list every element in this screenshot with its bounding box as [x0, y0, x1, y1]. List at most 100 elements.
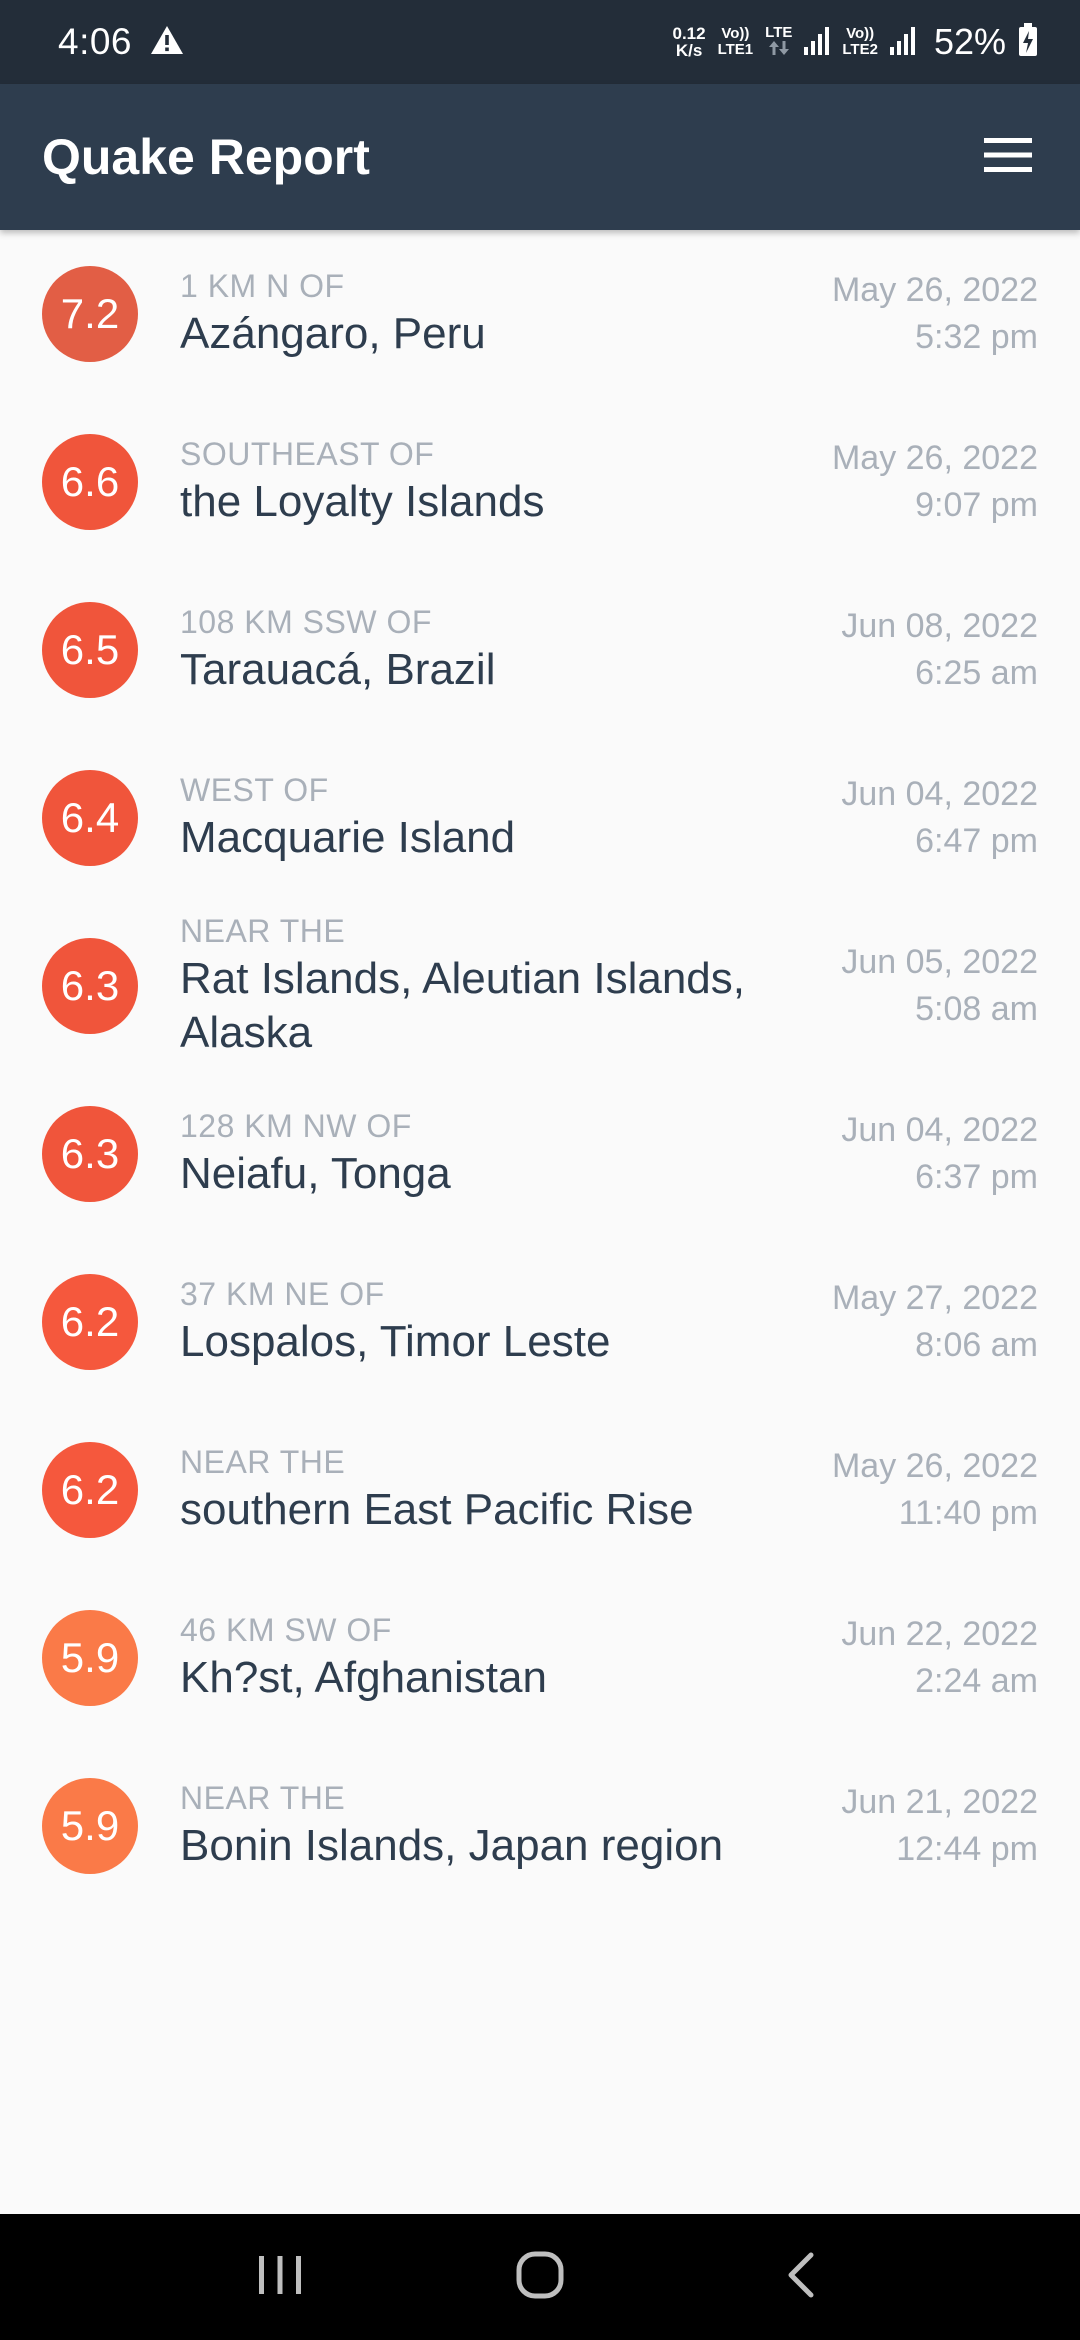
magnitude-badge: 6.3: [42, 938, 138, 1034]
location-offset: NEAR THE: [180, 1779, 346, 1816]
quake-date: Jun 08, 2022: [841, 607, 1038, 645]
sim2-volte: Vo)): [846, 25, 875, 42]
earthquake-list: 7.2 1 KM N OF Azángaro, Peru May 26, 202…: [0, 230, 1080, 1910]
earthquake-list-item[interactable]: 5.9 NEAR THE Bonin Islands, Japan region…: [0, 1742, 1080, 1910]
location-offset: 37 KM NE OF: [180, 1275, 385, 1312]
location-block: NEAR THE Bonin Islands, Japan region: [180, 1780, 810, 1873]
datetime-block: Jun 22, 2022 2:24 am: [841, 1611, 1038, 1705]
magnitude-badge: 6.4: [42, 770, 138, 866]
earthquake-list-item[interactable]: 5.9 46 KM SW OF Kh?st, Afghanistan Jun 2…: [0, 1574, 1080, 1742]
location-block: 46 KM SW OF Kh?st, Afghanistan: [180, 1612, 810, 1705]
menu-button[interactable]: [976, 125, 1040, 189]
sim1-indicator: Vo)) LTE1: [718, 26, 754, 58]
location-primary: Tarauacá, Brazil: [180, 644, 496, 694]
earthquake-list-item[interactable]: 6.3 NEAR THE Rat Islands, Aleutian Islan…: [0, 902, 1080, 1070]
quake-time: 6:47 pm: [915, 822, 1038, 860]
earthquake-list-item[interactable]: 6.4 WEST OF Macquarie Island Jun 04, 202…: [0, 734, 1080, 902]
datetime-block: May 27, 2022 8:06 am: [832, 1275, 1038, 1369]
magnitude-badge: 5.9: [42, 1610, 138, 1706]
quake-date: Jun 04, 2022: [841, 775, 1038, 813]
magnitude-badge: 6.2: [42, 1274, 138, 1370]
quake-time: 2:24 am: [915, 1662, 1038, 1700]
quake-date: May 26, 2022: [831, 439, 1038, 477]
quake-time: 5:32 pm: [915, 318, 1038, 356]
datetime-block: May 26, 2022 9:07 pm: [832, 435, 1038, 529]
location-block: 1 KM N OF Azángaro, Peru: [180, 268, 810, 361]
location-block: NEAR THE Rat Islands, Aleutian Islands, …: [180, 913, 810, 1060]
quake-time: 5:08 am: [915, 990, 1038, 1028]
location-primary: Rat Islands, Aleutian Islands, Alaska: [180, 953, 745, 1057]
home-icon: [516, 2251, 564, 2304]
location-primary: southern East Pacific Rise: [180, 1484, 694, 1534]
location-block: NEAR THE southern East Pacific Rise: [180, 1444, 810, 1537]
location-offset: 46 KM SW OF: [180, 1611, 392, 1648]
location-block: SOUTHEAST OF the Loyalty Islands: [180, 436, 810, 529]
datetime-block: Jun 04, 2022 6:47 pm: [841, 771, 1038, 865]
status-time: 4:06: [58, 21, 133, 62]
magnitude-badge: 6.2: [42, 1442, 138, 1538]
sim1-volte: Vo)): [721, 25, 750, 42]
location-offset: SOUTHEAST OF: [180, 435, 435, 472]
quake-date: Jun 22, 2022: [841, 1615, 1038, 1653]
location-primary: Macquarie Island: [180, 812, 516, 862]
magnitude-badge: 6.3: [42, 1106, 138, 1202]
sim2-label: LTE2: [842, 41, 878, 58]
battery-percent: 52%: [933, 21, 1006, 62]
back-icon: [785, 2251, 815, 2304]
earthquake-list-item[interactable]: 7.2 1 KM N OF Azángaro, Peru May 26, 202…: [0, 230, 1080, 398]
location-block: 37 KM NE OF Lospalos, Timor Leste: [180, 1276, 810, 1369]
location-block: 128 KM NW OF Neiafu, Tonga: [180, 1108, 810, 1201]
status-bar: 4:06 0.12 K/s Vo)) LTE1 LTE Vo)) LTE2 52…: [0, 0, 1080, 84]
location-offset: 128 KM NW OF: [180, 1107, 412, 1144]
datetime-block: Jun 05, 2022 5:08 am: [841, 939, 1038, 1033]
quake-date: May 26, 2022: [831, 271, 1038, 309]
sim1-label: LTE1: [717, 41, 754, 58]
datetime-block: May 26, 2022 5:32 pm: [832, 267, 1038, 361]
menu-icon: [984, 137, 1032, 177]
recents-icon: [257, 2254, 303, 2301]
quake-date: May 27, 2022: [831, 1279, 1038, 1317]
app-title: Quake Report: [42, 129, 370, 185]
network-speed-value: 0.12: [672, 24, 706, 43]
battery-charging-icon: [1018, 22, 1038, 62]
magnitude-badge: 5.9: [42, 1778, 138, 1874]
quake-time: 6:37 pm: [915, 1158, 1038, 1196]
quake-time: 6:25 am: [915, 654, 1038, 692]
status-left: 4:06: [58, 21, 184, 63]
network-speed-unit: K/s: [675, 41, 703, 60]
location-offset: NEAR THE: [180, 1443, 346, 1480]
home-button[interactable]: [495, 2232, 585, 2322]
signal-icon: [804, 25, 830, 60]
magnitude-badge: 7.2: [42, 266, 138, 362]
location-offset: 1 KM N OF: [180, 267, 345, 304]
location-offset: 108 KM SSW OF: [180, 603, 432, 640]
earthquake-list-item[interactable]: 6.2 NEAR THE southern East Pacific Rise …: [0, 1406, 1080, 1574]
location-block: 108 KM SSW OF Tarauacá, Brazil: [180, 604, 810, 697]
back-button[interactable]: [755, 2232, 845, 2322]
quake-date: May 26, 2022: [831, 1447, 1038, 1485]
earthquake-list-item[interactable]: 6.6 SOUTHEAST OF the Loyalty Islands May…: [0, 398, 1080, 566]
earthquake-list-item[interactable]: 6.2 37 KM NE OF Lospalos, Timor Leste Ma…: [0, 1238, 1080, 1406]
quake-time: 8:06 am: [915, 1326, 1038, 1364]
location-offset: WEST OF: [180, 771, 329, 808]
location-block: WEST OF Macquarie Island: [180, 772, 810, 865]
lte-indicator: LTE: [765, 25, 792, 59]
location-primary: Neiafu, Tonga: [180, 1148, 451, 1198]
lte-label: LTE: [765, 24, 793, 41]
data-arrows-icon: [768, 41, 790, 59]
location-primary: Kh?st, Afghanistan: [180, 1652, 547, 1702]
quake-date: Jun 04, 2022: [841, 1111, 1038, 1149]
quake-time: 12:44 pm: [896, 1830, 1038, 1868]
earthquake-list-item[interactable]: 6.3 128 KM NW OF Neiafu, Tonga Jun 04, 2…: [0, 1070, 1080, 1238]
quake-time: 9:07 pm: [915, 486, 1038, 524]
recents-button[interactable]: [235, 2232, 325, 2322]
screen: 4:06 0.12 K/s Vo)) LTE1 LTE Vo)) LTE2 52…: [0, 0, 1080, 2340]
navigation-bar: [0, 2214, 1080, 2340]
quake-time: 11:40 pm: [898, 1494, 1038, 1532]
app-bar: Quake Report: [0, 84, 1080, 230]
location-primary: Bonin Islands, Japan region: [180, 1820, 724, 1870]
location-primary: the Loyalty Islands: [180, 476, 545, 526]
quake-date: Jun 21, 2022: [841, 1783, 1038, 1821]
earthquake-list-item[interactable]: 6.5 108 KM SSW OF Tarauacá, Brazil Jun 0…: [0, 566, 1080, 734]
sim2-indicator: Vo)) LTE2: [842, 26, 878, 58]
